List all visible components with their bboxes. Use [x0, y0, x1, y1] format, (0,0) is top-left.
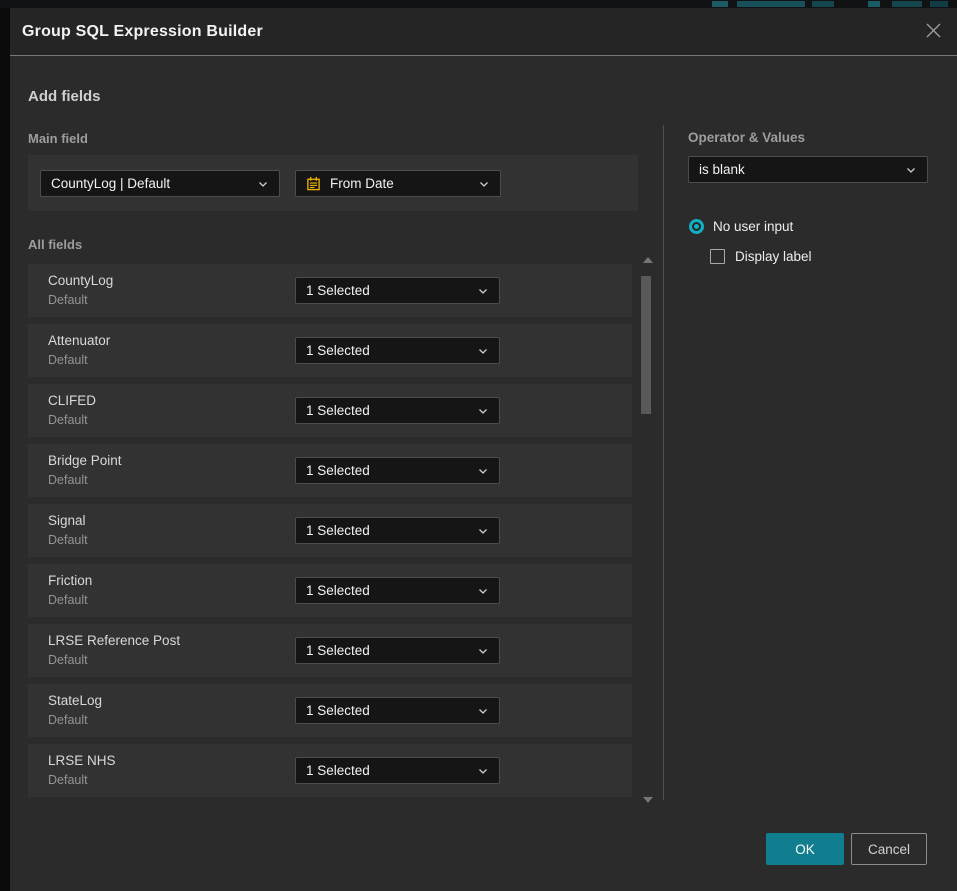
- field-selection-dropdown[interactable]: 1 Selected: [295, 757, 500, 784]
- dialog-header: Group SQL Expression Builder: [10, 8, 957, 55]
- field-name: Bridge Point: [48, 453, 122, 468]
- field-name: LRSE NHS: [48, 753, 116, 768]
- field-name: LRSE Reference Post: [48, 633, 180, 648]
- field-selection-value: 1 Selected: [306, 343, 469, 358]
- main-field-select-value: From Date: [330, 176, 470, 191]
- field-row: Bridge Point Default 1 Selected: [28, 444, 632, 497]
- field-selection-value: 1 Selected: [306, 703, 469, 718]
- field-subtitle: Default: [48, 413, 88, 427]
- field-name: CLIFED: [48, 393, 96, 408]
- background-accent-fragment: [892, 1, 922, 7]
- field-selection-dropdown[interactable]: 1 Selected: [295, 397, 500, 424]
- operator-select[interactable]: is blank: [688, 156, 928, 183]
- ok-button[interactable]: OK: [766, 833, 844, 865]
- field-selection-dropdown[interactable]: 1 Selected: [295, 697, 500, 724]
- scroll-up-button[interactable]: [643, 257, 653, 263]
- chevron-down-icon: [477, 585, 489, 597]
- field-subtitle: Default: [48, 713, 88, 727]
- display-label-text: Display label: [735, 249, 812, 264]
- no-user-input-radio[interactable]: No user input: [689, 219, 793, 234]
- group-sql-expression-builder-dialog: Group SQL Expression Builder Add fields …: [10, 8, 957, 891]
- field-row: Signal Default 1 Selected: [28, 504, 632, 557]
- calendar-date-icon: [306, 176, 321, 191]
- field-selection-dropdown[interactable]: 1 Selected: [295, 457, 500, 484]
- field-row: CountyLog Default 1 Selected: [28, 264, 632, 317]
- page-background: Group SQL Expression Builder Add fields …: [0, 0, 957, 891]
- chevron-down-icon: [477, 405, 489, 417]
- close-icon: [925, 22, 942, 42]
- field-subtitle: Default: [48, 473, 88, 487]
- field-selection-value: 1 Selected: [306, 763, 469, 778]
- chevron-down-icon: [477, 345, 489, 357]
- field-subtitle: Default: [48, 293, 88, 307]
- field-selection-value: 1 Selected: [306, 523, 469, 538]
- main-field-select[interactable]: From Date: [295, 170, 501, 197]
- chevron-down-icon: [477, 525, 489, 537]
- field-selection-dropdown[interactable]: 1 Selected: [295, 277, 500, 304]
- scrollbar[interactable]: [640, 256, 656, 806]
- cancel-button[interactable]: Cancel: [851, 833, 927, 865]
- operator-values-label: Operator & Values: [688, 130, 805, 145]
- field-name: StateLog: [48, 693, 102, 708]
- field-name: Attenuator: [48, 333, 110, 348]
- all-fields-label: All fields: [28, 237, 82, 252]
- field-row: LRSE Reference Post Default 1 Selected: [28, 624, 632, 677]
- field-name: Friction: [48, 573, 92, 588]
- field-selection-dropdown[interactable]: 1 Selected: [295, 517, 500, 544]
- background-accent-fragment: [812, 1, 834, 7]
- field-selection-dropdown[interactable]: 1 Selected: [295, 337, 500, 364]
- checkbox-unchecked-icon: [710, 249, 725, 264]
- field-subtitle: Default: [48, 773, 88, 787]
- field-selection-value: 1 Selected: [306, 643, 469, 658]
- field-subtitle: Default: [48, 593, 88, 607]
- no-user-input-label: No user input: [713, 219, 793, 234]
- field-row: StateLog Default 1 Selected: [28, 684, 632, 737]
- chevron-down-icon: [477, 465, 489, 477]
- dialog-title: Group SQL Expression Builder: [22, 8, 263, 55]
- field-selection-value: 1 Selected: [306, 403, 469, 418]
- header-divider: [10, 55, 957, 56]
- field-name: Signal: [48, 513, 86, 528]
- display-label-checkbox[interactable]: Display label: [710, 249, 812, 264]
- field-subtitle: Default: [48, 353, 88, 367]
- field-row: LRSE NHS Default 1 Selected: [28, 744, 632, 797]
- field-name: CountyLog: [48, 273, 113, 288]
- main-layer-select[interactable]: CountyLog | Default: [40, 170, 280, 197]
- panel-divider: [663, 125, 664, 800]
- main-field-label: Main field: [28, 131, 88, 146]
- background-accent-fragment: [712, 1, 728, 7]
- field-subtitle: Default: [48, 653, 88, 667]
- chevron-down-icon: [477, 765, 489, 777]
- scroll-down-button[interactable]: [643, 797, 653, 803]
- background-accent-fragment: [737, 1, 805, 7]
- main-layer-select-value: CountyLog | Default: [51, 176, 249, 191]
- chevron-down-icon: [477, 705, 489, 717]
- chevron-down-icon: [477, 645, 489, 657]
- background-app-peek: [0, 0, 957, 8]
- operator-select-value: is blank: [699, 162, 897, 177]
- field-subtitle: Default: [48, 533, 88, 547]
- field-selection-dropdown[interactable]: 1 Selected: [295, 577, 500, 604]
- field-selection-dropdown[interactable]: 1 Selected: [295, 637, 500, 664]
- field-row: Friction Default 1 Selected: [28, 564, 632, 617]
- chevron-down-icon: [478, 178, 490, 190]
- scrollbar-thumb[interactable]: [641, 276, 651, 414]
- field-row: Attenuator Default 1 Selected: [28, 324, 632, 377]
- field-selection-value: 1 Selected: [306, 583, 469, 598]
- background-accent-fragment: [930, 1, 948, 7]
- chevron-down-icon: [905, 164, 917, 176]
- field-row: CLIFED Default 1 Selected: [28, 384, 632, 437]
- add-fields-heading: Add fields: [28, 88, 101, 105]
- chevron-down-icon: [477, 285, 489, 297]
- background-accent-fragment: [868, 1, 880, 7]
- chevron-down-icon: [257, 178, 269, 190]
- radio-selected-icon: [689, 219, 704, 234]
- radio-dot: [694, 224, 699, 229]
- main-field-panel: CountyLog | Default From Date: [28, 155, 638, 211]
- field-selection-value: 1 Selected: [306, 463, 469, 478]
- field-selection-value: 1 Selected: [306, 283, 469, 298]
- close-button[interactable]: [917, 16, 949, 48]
